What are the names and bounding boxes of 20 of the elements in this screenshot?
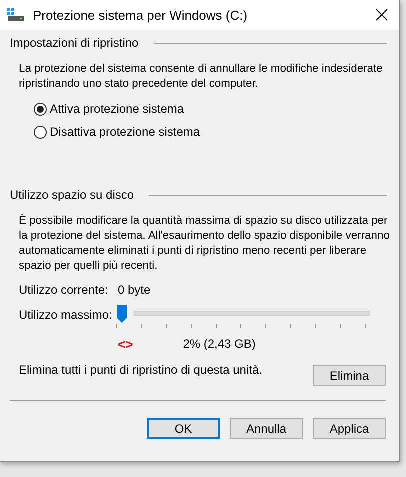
range-marker: <>	[118, 336, 134, 352]
radio-option[interactable]: Disattiva protezione sistema	[34, 125, 200, 139]
field-label: Utilizzo corrente:	[19, 282, 110, 296]
field-value: 0 byte	[118, 282, 151, 296]
dialog-button[interactable]: OK	[147, 418, 220, 439]
drive-icon	[7, 8, 25, 22]
radio-option[interactable]: Attiva protezione sistema	[34, 102, 184, 116]
slider-reading: 2% (2,43 GB)	[183, 337, 256, 351]
group-heading: Utilizzo spazio su disco	[10, 188, 134, 202]
close-icon[interactable]	[376, 9, 388, 21]
group-heading: Impostazioni di ripristino	[10, 36, 139, 50]
description-text: La protezione del sistema consente di annullare le modifiche indesiderate ripristinando uno stato precedente del computer.	[19, 62, 384, 92]
slider-thumb[interactable]	[117, 305, 127, 323]
field-label: Utilizzo massimo:	[19, 308, 114, 322]
description-text: È possibile modificare la quantità massima di spazio su disco utilizzata per la protezione del sistema. All'esaurimento dello spazio disponibile verranno automaticamente eliminati i punti di ripristino meno recenti per liberare spazio per quelli più recenti.	[19, 214, 391, 274]
delete-button[interactable]: Elimina	[313, 365, 386, 386]
delete-text: Elimina tutti i punti di ripristino di questa unità.	[19, 363, 262, 377]
window-title: Protezione sistema per Windows (C:)	[33, 8, 249, 22]
dialog-button[interactable]: Applica	[313, 418, 386, 439]
dialog-button[interactable]: Annulla	[230, 418, 303, 439]
